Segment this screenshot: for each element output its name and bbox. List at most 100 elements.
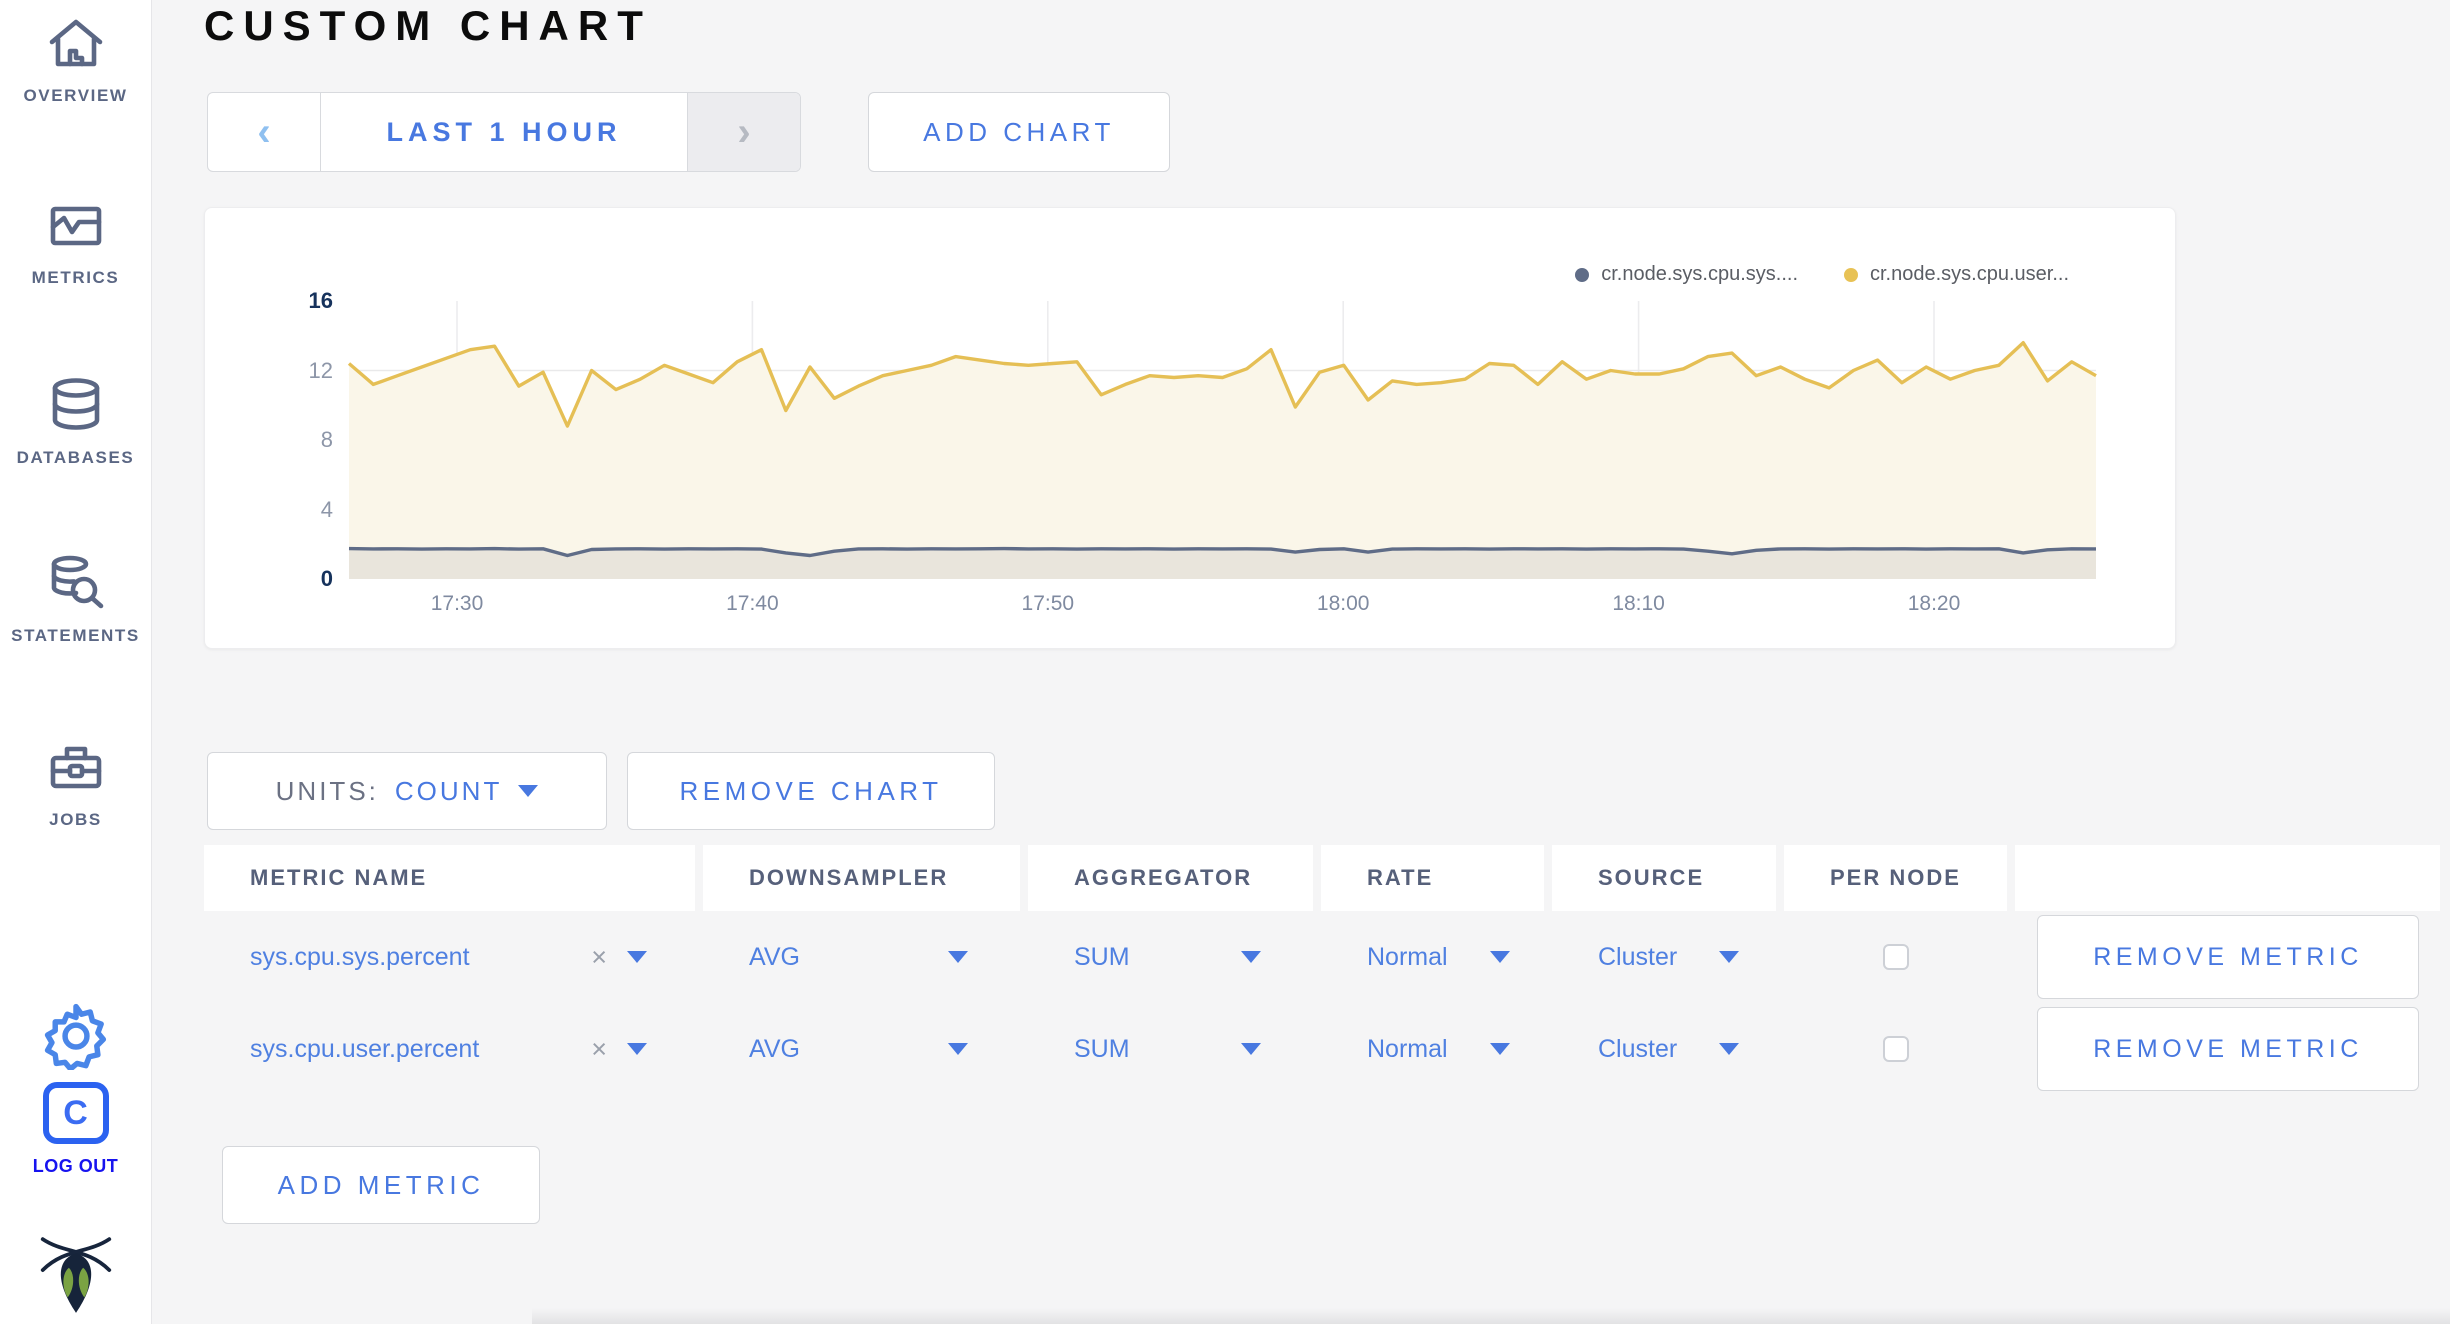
column-header-downsampler: DOWNSAMPLER (703, 845, 1020, 911)
per-node-checkbox[interactable] (1882, 1036, 1909, 1062)
chevron-left-icon: ‹ (257, 110, 271, 154)
rate-value: Normal (1367, 942, 1448, 971)
metrics-table-rows: sys.cpu.sys.percent × AVG SUM Normal Cluster R… (204, 911, 2440, 1095)
metric-name-dropdown[interactable]: sys.cpu.sys.percent × (204, 911, 695, 1003)
x-axis-label: 18:00 (1316, 592, 1370, 615)
source-dropdown[interactable]: Cluster (1552, 1003, 1776, 1095)
units-value: COUNT (394, 775, 503, 806)
column-header-source: SOURCE (1552, 845, 1776, 911)
aggregator-dropdown[interactable]: SUM (1028, 1003, 1313, 1095)
remove-metric-button[interactable]: REMOVE METRIC (2037, 1007, 2419, 1091)
column-header-per-node: PER NODE (1784, 845, 2007, 911)
database-icon (44, 374, 108, 438)
column-header-rate: RATE (1321, 845, 1544, 911)
sidebar-item-databases[interactable]: DATABASES (0, 374, 151, 468)
sidebar-item-label: METRICS (31, 268, 120, 287)
chevron-down-icon (627, 1043, 647, 1055)
rate-dropdown[interactable]: Normal (1321, 911, 1544, 1003)
chevron-down-icon (948, 951, 968, 963)
x-axis-label: 18:20 (1907, 592, 1961, 615)
sidebar-item-jobs[interactable]: JOBS (0, 736, 151, 830)
sidebar-item-label: STATEMENTS (11, 626, 140, 645)
y-axis-label: 16 (308, 288, 333, 313)
cockroach-bug-logo (40, 1237, 111, 1313)
downsampler-value: AVG (749, 942, 800, 971)
legend-dot-icon (1575, 267, 1590, 282)
x-axis-label: 17:50 (1021, 592, 1075, 615)
column-header-actions (2015, 845, 2440, 911)
metrics-table-header: METRIC NAME DOWNSAMPLER AGGREGATOR RATE SOUR… (204, 845, 2440, 911)
chevron-down-icon (1241, 1043, 1261, 1055)
clear-metric-icon[interactable]: × (591, 942, 607, 973)
column-header-aggregator: AGGREGATOR (1028, 845, 1313, 911)
aggregator-value: SUM (1074, 1034, 1130, 1063)
bottom-edge-shadow (532, 1308, 2450, 1324)
units-label: UNITS: (275, 775, 379, 806)
table-row: sys.cpu.sys.percent × AVG SUM Normal Cluster R… (204, 911, 2440, 1003)
chevron-down-icon (1489, 951, 1510, 963)
source-dropdown[interactable]: Cluster (1552, 911, 1776, 1003)
downsampler-dropdown[interactable]: AVG (703, 911, 1020, 1003)
chevron-right-icon: › (737, 110, 751, 154)
cockroach-c-icon: C (42, 1082, 109, 1144)
legend-dot-icon (1844, 267, 1858, 282)
home-icon (44, 12, 108, 76)
column-header-metric-name: METRIC NAME (204, 845, 695, 911)
x-axis-label: 17:30 (430, 592, 484, 615)
sidebar-item-label: DATABASES (16, 448, 135, 467)
time-range-next-button[interactable]: › (688, 93, 800, 171)
chart-card: cr.node.sys.cpu.sys.... cr.node.sys.cpu.u… (204, 207, 2176, 649)
legend-item: cr.node.sys.cpu.sys.... (1575, 263, 1798, 286)
chevron-down-icon (1719, 951, 1740, 963)
time-range-prev-button[interactable]: ‹ (208, 93, 320, 171)
add-chart-button[interactable]: ADD CHART (868, 92, 1170, 172)
statements-icon (44, 552, 108, 616)
clear-metric-icon[interactable]: × (591, 1034, 607, 1065)
rate-value: Normal (1367, 1034, 1448, 1063)
gear-icon (44, 1003, 106, 1072)
per-node-checkbox[interactable] (1882, 944, 1909, 970)
source-value: Cluster (1598, 1034, 1678, 1063)
sidebar-logo (0, 1234, 151, 1318)
remove-chart-button[interactable]: REMOVE CHART (627, 752, 995, 830)
sidebar-item-logout[interactable]: C LOG OUT (0, 1082, 151, 1177)
page-title: CUSTOM CHART (204, 2, 652, 49)
chevron-down-icon (1241, 951, 1261, 963)
y-axis-label: 8 (320, 427, 333, 452)
y-axis-label: 0 (320, 566, 333, 591)
aggregator-value: SUM (1074, 942, 1130, 971)
legend-item: cr.node.sys.cpu.user... (1844, 263, 2069, 286)
time-range-selector: ‹ LAST 1 HOUR › (207, 92, 801, 172)
x-axis-label: 17:40 (726, 592, 779, 615)
metric-name-dropdown[interactable]: sys.cpu.user.percent × (204, 1003, 695, 1095)
downsampler-dropdown[interactable]: AVG (703, 1003, 1020, 1095)
sidebar-item-label: OVERVIEW (23, 86, 128, 105)
chevron-down-icon (1489, 1043, 1510, 1055)
metric-name-value: sys.cpu.sys.percent (250, 942, 470, 971)
chevron-down-icon (518, 785, 539, 797)
y-axis-label: 4 (320, 496, 333, 522)
rate-dropdown[interactable]: Normal (1321, 1003, 1544, 1095)
sidebar-item-overview[interactable]: OVERVIEW (0, 12, 151, 106)
metric-name-value: sys.cpu.user.percent (250, 1034, 480, 1063)
jobs-icon (44, 736, 108, 800)
add-metric-button[interactable]: ADD METRIC (222, 1146, 540, 1224)
time-range-label[interactable]: LAST 1 HOUR (320, 93, 688, 171)
x-axis-label: 18:10 (1612, 592, 1665, 615)
sidebar-item-statements[interactable]: STATEMENTS (0, 552, 151, 646)
metrics-icon (44, 194, 108, 258)
sidebar-item-settings[interactable] (0, 1000, 151, 1075)
sidebar: OVERVIEW METRICS DATABASES STATEMENTS JOBS C… (0, 0, 152, 1324)
legend-label: cr.node.sys.cpu.sys.... (1601, 263, 1798, 285)
downsampler-value: AVG (749, 1034, 800, 1063)
source-value: Cluster (1598, 942, 1678, 971)
chevron-down-icon (948, 1043, 968, 1055)
main-content: CUSTOM CHART ‹ LAST 1 HOUR › ADD CHART c… (152, 0, 2450, 1324)
remove-metric-button[interactable]: REMOVE METRIC (2037, 915, 2419, 999)
logout-label: LOG OUT (32, 1156, 119, 1176)
units-dropdown[interactable]: UNITS: COUNT (207, 752, 607, 830)
aggregator-dropdown[interactable]: SUM (1028, 911, 1313, 1003)
sidebar-item-label: JOBS (49, 810, 102, 829)
sidebar-item-metrics[interactable]: METRICS (0, 194, 151, 288)
chevron-down-icon (627, 951, 647, 963)
